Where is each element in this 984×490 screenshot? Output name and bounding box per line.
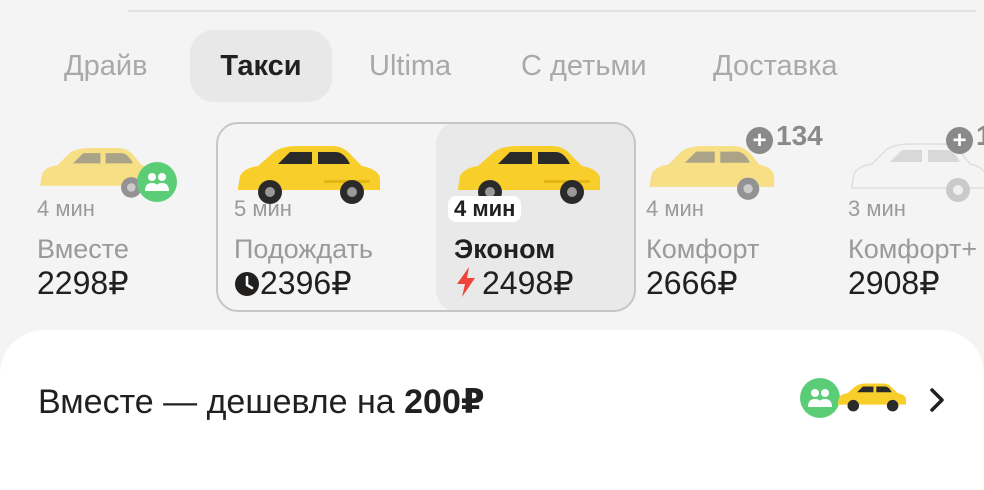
shared-ride-icon bbox=[800, 378, 840, 418]
top-divider bbox=[128, 10, 976, 12]
plus-cashback-badge: +1 bbox=[946, 120, 984, 154]
tariff-ekonom[interactable]: 4 мин Эконом 2498₽ bbox=[448, 122, 634, 312]
banner-text: Вместе — дешевле на 200₽ bbox=[38, 382, 485, 422]
shared-ride-banner[interactable]: Вместе — дешевле на 200₽ bbox=[0, 330, 984, 490]
clock-icon bbox=[235, 272, 259, 296]
shared-ride-icon bbox=[137, 162, 177, 202]
tariff-name: Комфорт bbox=[646, 234, 760, 264]
lightning-icon bbox=[457, 267, 475, 297]
tariff-price: 2396₽ bbox=[260, 265, 352, 301]
car-icon bbox=[837, 383, 907, 412]
tariff-price: 2298₽ bbox=[37, 265, 129, 301]
tariff-name: Вместе bbox=[37, 234, 129, 264]
banner-amount: 200₽ bbox=[404, 383, 485, 421]
tariff-eta: 4 мин bbox=[37, 196, 95, 221]
tab-delivery[interactable]: Доставка bbox=[713, 30, 838, 102]
tariff-price-row: 2498₽ bbox=[454, 264, 574, 302]
cashback-value: 1 bbox=[976, 120, 984, 151]
tariff-name: Комфорт+ bbox=[848, 234, 978, 264]
plus-icon: + bbox=[746, 127, 773, 154]
tariff-price: 2666₽ bbox=[646, 265, 738, 301]
tariff-name: Подождать bbox=[234, 234, 373, 264]
tab-drive[interactable]: Драйв bbox=[64, 30, 148, 102]
plus-cashback-badge: +134 bbox=[746, 120, 823, 154]
service-tabs: Драйв Такси Ultima С детьми Доставка bbox=[0, 30, 984, 102]
tariff-eta: 4 мин bbox=[646, 196, 704, 221]
tariff-price: 2908₽ bbox=[848, 265, 940, 301]
tariff-price-row: 2396₽ bbox=[234, 264, 352, 302]
plus-icon: + bbox=[946, 127, 973, 154]
tariff-eta: 5 мин bbox=[234, 196, 292, 221]
tariff-name: Эконом bbox=[454, 234, 556, 264]
tariff-eta: 4 мин bbox=[448, 196, 522, 222]
tab-taxi[interactable]: Такси bbox=[190, 30, 332, 102]
chevron-right-icon[interactable] bbox=[928, 384, 946, 423]
cashback-value: 134 bbox=[776, 120, 823, 151]
tariff-vmeste[interactable]: 4 мин Вместе 2298₽ bbox=[37, 122, 207, 312]
tab-ultima[interactable]: Ultima bbox=[369, 30, 451, 102]
tariff-podozhdat[interactable]: 5 мин Подождать 2396₽ bbox=[234, 122, 434, 312]
tariff-price: 2498₽ bbox=[482, 265, 574, 301]
banner-label: Вместе — дешевле на bbox=[38, 383, 405, 421]
tariff-eta: 3 мин bbox=[848, 196, 906, 221]
tab-with-kids[interactable]: С детьми bbox=[521, 30, 647, 102]
